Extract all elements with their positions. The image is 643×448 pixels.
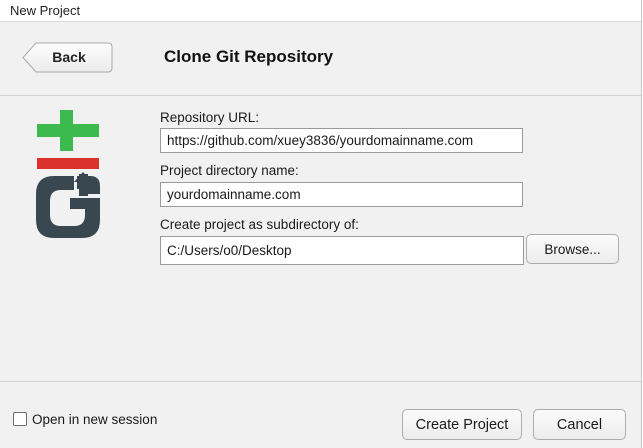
git-logo-icon xyxy=(36,110,100,238)
back-label: Back xyxy=(52,49,86,65)
footer-divider xyxy=(0,381,641,382)
new-project-dialog: New Project Back Clone Git Repository Re… xyxy=(0,0,642,448)
window-titlebar: New Project xyxy=(0,0,641,22)
repository-url-label: Repository URL: xyxy=(160,110,260,125)
project-directory-input[interactable] xyxy=(160,182,523,207)
open-new-session-label: Open in new session xyxy=(32,411,158,427)
cancel-button[interactable]: Cancel xyxy=(533,409,626,440)
back-button[interactable]: Back xyxy=(22,42,113,73)
create-project-button[interactable]: Create Project xyxy=(402,409,522,440)
repository-url-input[interactable] xyxy=(160,128,523,153)
subdirectory-label: Create project as subdirectory of: xyxy=(160,217,359,232)
page-title: Clone Git Repository xyxy=(164,47,334,66)
open-new-session-option[interactable]: Open in new session xyxy=(13,410,157,428)
open-new-session-checkbox[interactable] xyxy=(13,412,27,426)
window-title: New Project xyxy=(10,3,81,18)
browse-button[interactable]: Browse... xyxy=(526,234,619,264)
dialog-header: Back Clone Git Repository xyxy=(0,23,641,96)
subdirectory-input[interactable] xyxy=(160,236,524,265)
project-directory-label: Project directory name: xyxy=(160,163,299,178)
